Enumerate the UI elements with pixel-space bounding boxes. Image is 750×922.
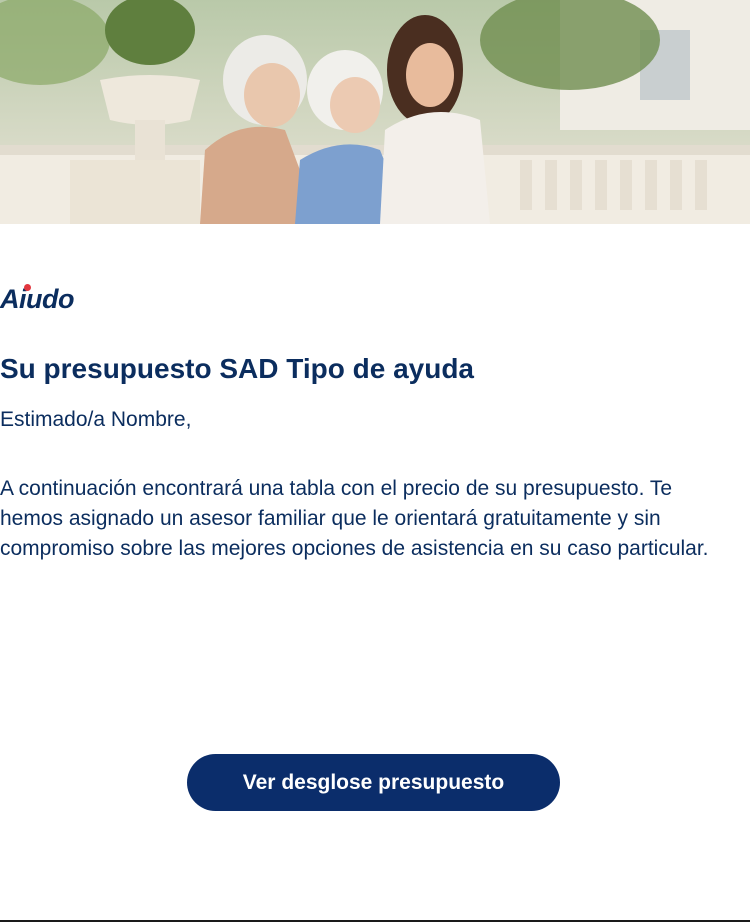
email-title: Su presupuesto SAD Tipo de ayuda [0,353,475,384]
body-paragraph: A continuación encontrará una tabla con … [0,477,709,560]
greeting: Estimado/a Nombre, [0,408,192,431]
logo-text: Aiudo [0,283,74,315]
logo-accent-dot [24,283,31,291]
logo-wordmark: Aiudo [0,283,74,314]
hero-illustration [0,0,750,224]
hero-photo [0,0,750,224]
view-budget-breakdown-button[interactable]: Ver desglose presupuesto [187,754,560,811]
aiudo-logo: Aiudo [0,282,74,316]
